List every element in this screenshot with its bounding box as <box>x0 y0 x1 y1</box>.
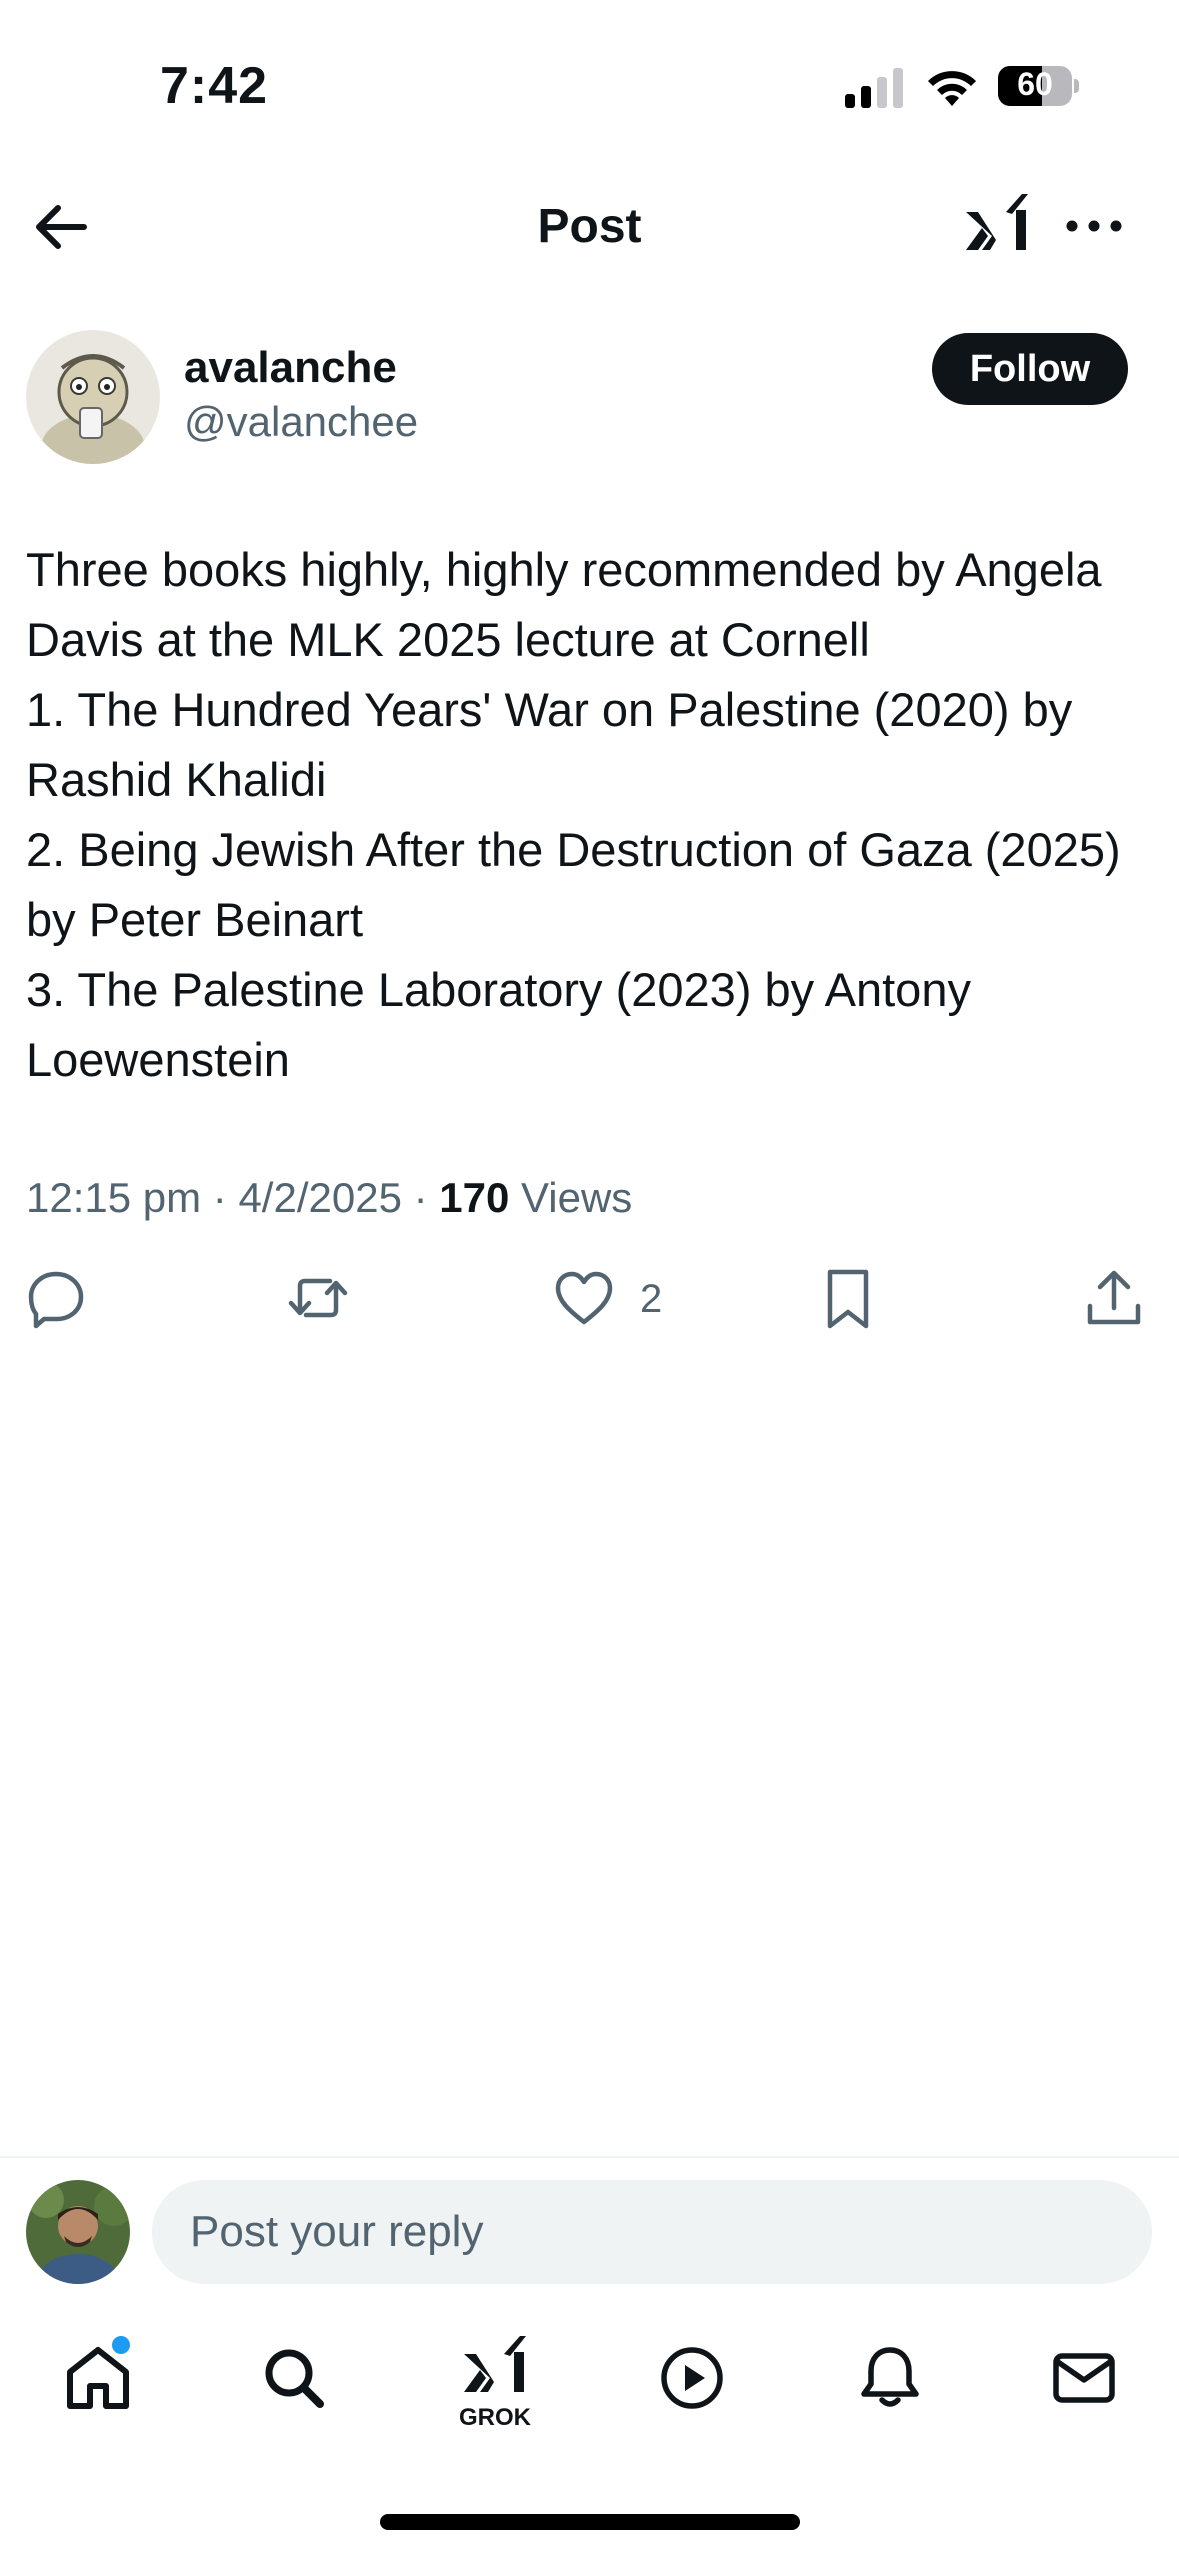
post-text: Three books highly, highly recommended b… <box>26 543 1121 1086</box>
views-label: Views <box>521 1174 633 1221</box>
user-avatar[interactable] <box>26 2180 130 2284</box>
wifi-icon <box>928 71 976 106</box>
views-count: 170 <box>439 1174 510 1221</box>
cellular-signal-icon <box>845 68 903 108</box>
post-meta: 12:15 pm · 4/2/2025 · 170 Views <box>26 1174 633 1221</box>
reply-icon[interactable] <box>24 1266 88 1330</box>
author-name[interactable]: avalanche <box>184 338 397 398</box>
bookmark-icon[interactable] <box>816 1266 880 1330</box>
notifications-bell-icon[interactable] <box>854 2342 926 2414</box>
like-heart-icon[interactable] <box>552 1266 616 1330</box>
grok-icon[interactable] <box>962 190 1034 262</box>
home-indicator[interactable] <box>380 2514 800 2530</box>
search-icon[interactable] <box>258 2342 330 2414</box>
reply-input[interactable] <box>152 2180 1152 2284</box>
home-notification-dot <box>112 2336 130 2354</box>
grok-tab-icon[interactable] <box>458 2332 534 2404</box>
reply-divider <box>0 2156 1179 2158</box>
battery-percent: 60 <box>1017 66 1053 102</box>
grok-tab-label[interactable]: GROK <box>440 2404 550 2432</box>
post-date: 4/2/2025 <box>238 1174 402 1221</box>
messages-mail-icon[interactable] <box>1048 2342 1120 2414</box>
status-time: 7:42 <box>160 57 269 115</box>
follow-button[interactable]: Follow <box>932 333 1128 405</box>
repost-icon[interactable] <box>286 1266 350 1330</box>
more-options-icon[interactable] <box>1062 200 1126 252</box>
share-icon[interactable] <box>1082 1266 1146 1330</box>
like-count[interactable]: 2 <box>640 1270 662 1328</box>
post-time: 12:15 pm <box>26 1174 202 1221</box>
author-avatar[interactable] <box>26 330 160 464</box>
author-handle[interactable]: @valanchee <box>184 394 418 450</box>
video-play-icon[interactable] <box>656 2342 728 2414</box>
battery-icon: 60 <box>998 64 1079 108</box>
